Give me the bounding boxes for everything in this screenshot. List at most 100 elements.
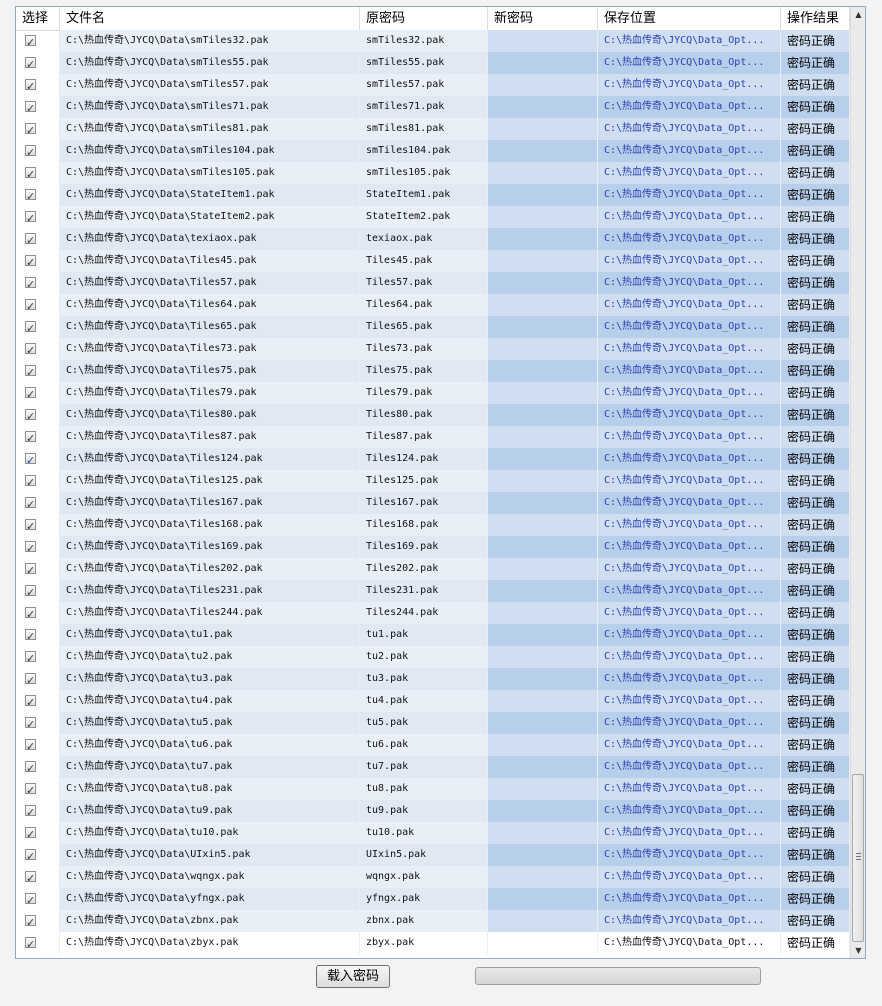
- save-location-cell[interactable]: C:\热血传奇\JYCQ\Data_Opt...: [598, 272, 781, 294]
- table-row[interactable]: C:\热血传奇\JYCQ\Data\Tiles65.pakTiles65.pak…: [16, 316, 850, 338]
- new-password-cell[interactable]: [488, 118, 598, 140]
- table-row[interactable]: C:\热血传奇\JYCQ\Data\yfngx.pakyfngx.pak C:\热…: [16, 888, 850, 910]
- table-row[interactable]: C:\热血传奇\JYCQ\Data\tu5.paktu5.pak C:\热血传奇\…: [16, 712, 850, 734]
- original-password-cell[interactable]: smTiles81.pak: [360, 118, 488, 140]
- original-password-cell[interactable]: Tiles80.pak: [360, 404, 488, 426]
- new-password-cell[interactable]: [488, 140, 598, 162]
- select-cell[interactable]: [16, 404, 60, 426]
- save-location-cell[interactable]: C:\热血传奇\JYCQ\Data_Opt...: [598, 426, 781, 448]
- row-checkbox[interactable]: [25, 274, 36, 294]
- original-password-cell[interactable]: smTiles55.pak: [360, 52, 488, 74]
- select-cell[interactable]: [16, 624, 60, 646]
- new-password-cell[interactable]: [488, 404, 598, 426]
- new-password-cell[interactable]: [488, 844, 598, 866]
- new-password-cell[interactable]: [488, 932, 598, 954]
- original-password-cell[interactable]: Tiles244.pak: [360, 602, 488, 624]
- original-password-cell[interactable]: Tiles168.pak: [360, 514, 488, 536]
- select-cell[interactable]: [16, 580, 60, 602]
- row-checkbox[interactable]: [25, 428, 36, 448]
- new-password-cell[interactable]: [488, 668, 598, 690]
- new-password-cell[interactable]: [488, 536, 598, 558]
- original-password-cell[interactable]: tu1.pak: [360, 624, 488, 646]
- table-row[interactable]: C:\热血传奇\JYCQ\Data\UIxin5.pakUIxin5.pak C:…: [16, 844, 850, 866]
- new-password-cell[interactable]: [488, 514, 598, 536]
- table-row[interactable]: C:\热血传奇\JYCQ\Data\tu3.paktu3.pak C:\热血传奇\…: [16, 668, 850, 690]
- row-checkbox[interactable]: [25, 912, 36, 932]
- new-password-cell[interactable]: [488, 646, 598, 668]
- table-row[interactable]: C:\热血传奇\JYCQ\Data\tu2.paktu2.pak C:\热血传奇\…: [16, 646, 850, 668]
- original-password-cell[interactable]: Tiles167.pak: [360, 492, 488, 514]
- row-checkbox[interactable]: [25, 802, 36, 822]
- row-checkbox[interactable]: [25, 362, 36, 382]
- table-row[interactable]: C:\热血传奇\JYCQ\Data\tu9.paktu9.pak C:\热血传奇\…: [16, 800, 850, 822]
- original-password-cell[interactable]: wqngx.pak: [360, 866, 488, 888]
- table-row[interactable]: C:\热血传奇\JYCQ\Data\wqngx.pakwqngx.pak C:\热…: [16, 866, 850, 888]
- table-row[interactable]: C:\热血传奇\JYCQ\Data\Tiles244.pakTiles244.p…: [16, 602, 850, 624]
- table-row[interactable]: C:\热血传奇\JYCQ\Data\Tiles75.pakTiles75.pak…: [16, 360, 850, 382]
- row-checkbox[interactable]: [25, 626, 36, 646]
- new-password-cell[interactable]: [488, 228, 598, 250]
- table-row[interactable]: C:\热血传奇\JYCQ\Data\smTiles57.paksmTiles57…: [16, 74, 850, 96]
- save-location-cell[interactable]: C:\热血传奇\JYCQ\Data_Opt...: [598, 778, 781, 800]
- original-password-cell[interactable]: smTiles32.pak: [360, 30, 488, 52]
- select-cell[interactable]: [16, 316, 60, 338]
- original-password-cell[interactable]: tu4.pak: [360, 690, 488, 712]
- row-checkbox[interactable]: [25, 582, 36, 602]
- table-row[interactable]: C:\热血传奇\JYCQ\Data\Tiles167.pakTiles167.p…: [16, 492, 850, 514]
- scroll-up-icon[interactable]: ▲: [852, 7, 865, 22]
- save-location-cell[interactable]: C:\热血传奇\JYCQ\Data_Opt...: [598, 492, 781, 514]
- row-checkbox[interactable]: [25, 472, 36, 492]
- table-row[interactable]: C:\热血传奇\JYCQ\Data\Tiles45.pakTiles45.pak…: [16, 250, 850, 272]
- new-password-cell[interactable]: [488, 360, 598, 382]
- table-row[interactable]: C:\热血传奇\JYCQ\Data\tu4.paktu4.pak C:\热血传奇\…: [16, 690, 850, 712]
- row-checkbox[interactable]: [25, 230, 36, 250]
- column-header-original-password[interactable]: 原密码: [360, 7, 488, 30]
- new-password-cell[interactable]: [488, 426, 598, 448]
- original-password-cell[interactable]: UIxin5.pak: [360, 844, 488, 866]
- row-checkbox[interactable]: [25, 98, 36, 118]
- vertical-scrollbar[interactable]: ▲ ▼: [850, 7, 865, 958]
- save-location-cell[interactable]: C:\热血传奇\JYCQ\Data_Opt...: [598, 734, 781, 756]
- row-checkbox[interactable]: [25, 406, 36, 426]
- original-password-cell[interactable]: tu9.pak: [360, 800, 488, 822]
- row-checkbox[interactable]: [25, 824, 36, 844]
- select-cell[interactable]: [16, 140, 60, 162]
- new-password-cell[interactable]: [488, 448, 598, 470]
- table-row[interactable]: C:\热血传奇\JYCQ\Data\zbyx.pakzbyx.pak C:\热血传…: [16, 932, 850, 954]
- new-password-cell[interactable]: [488, 162, 598, 184]
- new-password-cell[interactable]: [488, 96, 598, 118]
- new-password-cell[interactable]: [488, 492, 598, 514]
- column-header-result[interactable]: 操作结果: [781, 7, 850, 30]
- save-location-cell[interactable]: C:\热血传奇\JYCQ\Data_Opt...: [598, 646, 781, 668]
- row-checkbox[interactable]: [25, 780, 36, 800]
- row-checkbox[interactable]: [25, 714, 36, 734]
- table-row[interactable]: C:\热血传奇\JYCQ\Data\Tiles202.pakTiles202.p…: [16, 558, 850, 580]
- select-cell[interactable]: [16, 470, 60, 492]
- column-header-select[interactable]: 选择: [16, 7, 60, 30]
- select-cell[interactable]: [16, 778, 60, 800]
- row-checkbox[interactable]: [25, 54, 36, 74]
- select-cell[interactable]: [16, 932, 60, 954]
- original-password-cell[interactable]: tu7.pak: [360, 756, 488, 778]
- new-password-cell[interactable]: [488, 734, 598, 756]
- select-cell[interactable]: [16, 250, 60, 272]
- table-row[interactable]: C:\热血传奇\JYCQ\Data\Tiles57.pakTiles57.pak…: [16, 272, 850, 294]
- row-checkbox[interactable]: [25, 494, 36, 514]
- select-cell[interactable]: [16, 646, 60, 668]
- new-password-cell[interactable]: [488, 800, 598, 822]
- select-cell[interactable]: [16, 668, 60, 690]
- table-row[interactable]: C:\热血传奇\JYCQ\Data\Tiles87.pakTiles87.pak…: [16, 426, 850, 448]
- save-location-cell[interactable]: C:\热血传奇\JYCQ\Data_Opt...: [598, 602, 781, 624]
- save-location-cell[interactable]: C:\热血传奇\JYCQ\Data_Opt...: [598, 536, 781, 558]
- table-row[interactable]: C:\热血传奇\JYCQ\Data\Tiles231.pakTiles231.p…: [16, 580, 850, 602]
- select-cell[interactable]: [16, 272, 60, 294]
- original-password-cell[interactable]: smTiles104.pak: [360, 140, 488, 162]
- table-row[interactable]: C:\热血传奇\JYCQ\Data\StateItem2.pakStateIte…: [16, 206, 850, 228]
- row-checkbox[interactable]: [25, 758, 36, 778]
- original-password-cell[interactable]: Tiles75.pak: [360, 360, 488, 382]
- select-cell[interactable]: [16, 712, 60, 734]
- save-location-cell[interactable]: C:\热血传奇\JYCQ\Data_Opt...: [598, 118, 781, 140]
- select-cell[interactable]: [16, 52, 60, 74]
- scroll-down-icon[interactable]: ▼: [852, 943, 865, 958]
- table-row[interactable]: C:\热血传奇\JYCQ\Data\zbnx.pakzbnx.pak C:\热血传…: [16, 910, 850, 932]
